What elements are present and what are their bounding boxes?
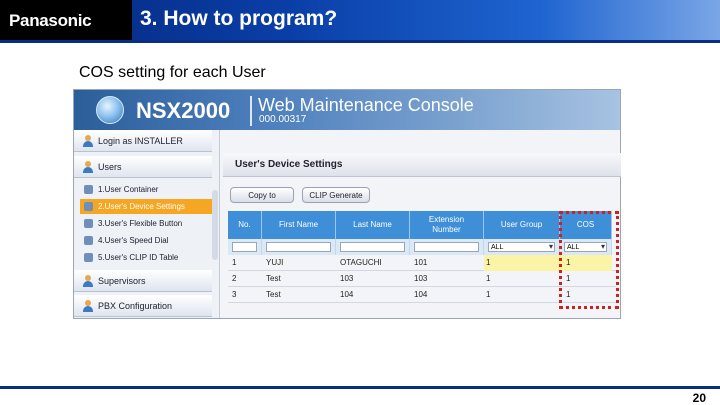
login-status: Login as INSTALLER [74,130,212,152]
logo-box: Panasonic [0,0,132,40]
column-header-user-group[interactable]: User Group [484,211,560,239]
copy-to-button[interactable]: Copy to [230,187,294,203]
column-header-last-name[interactable]: Last Name [336,211,410,239]
app-title: Web Maintenance Console [258,95,474,115]
cell-user-group: 1 [486,290,491,299]
supervisors-icon [83,275,93,287]
column-header-no[interactable]: No. [228,211,262,239]
console-banner: NSX2000 Web Maintenance Console 000.0031… [74,90,620,130]
section-label: Users [98,162,122,172]
page-title-bar: User's Device Settings [223,153,621,177]
cell-extension: 104 [414,290,428,299]
menu-section-users[interactable]: Users [74,156,212,178]
login-label: Login as INSTALLER [98,136,183,146]
menu-item-device-settings[interactable]: 2.User's Device Settings [80,199,212,214]
column-header-first-name[interactable]: First Name [262,211,336,239]
clip-id-icon [84,253,93,262]
cell-first-name: Test [266,290,281,299]
cos-column-highlight [559,211,619,309]
menu-item-user-container[interactable]: 1.User Container [80,182,212,197]
filter-first-name [262,239,336,255]
menu-item-label: 5.User's CLIP ID Table [98,253,179,262]
header-bar: Panasonic 3. How to program? [0,0,720,40]
menu-item-clip-id[interactable]: 5.User's CLIP ID Table [80,250,212,265]
table-row[interactable]: 2 Test 103 103 1 1 [228,271,616,287]
filter-last-name [336,239,410,255]
footer-divider [0,386,720,389]
menu-section-pbx[interactable]: PBX Configuration [74,295,212,317]
menu-item-speed-dial[interactable]: 4.User's Speed Dial [80,233,212,248]
slide: Panasonic 3. How to program? COS setting… [0,0,720,405]
flexible-button-icon [84,219,93,228]
banner-divider [250,96,252,126]
menu-item-label: 4.User's Speed Dial [98,236,169,245]
cell-last-name: 104 [340,290,354,299]
cell-first-name: Test [266,274,281,283]
header-divider [0,40,720,43]
cell-user-group: 1 [486,274,491,283]
cell-extension: 101 [414,258,428,267]
filter-extension [410,239,484,255]
cell-extension: 103 [414,274,428,283]
speed-dial-icon [84,236,93,245]
device-settings-icon [84,202,93,211]
page-title: User's Device Settings [235,159,343,170]
filter-last-name-input[interactable] [340,242,405,252]
cell-no: 1 [232,258,237,267]
slide-subtitle: COS setting for each User [79,64,266,81]
cell-user-group: 1 [486,258,491,267]
menu-section-supervisors[interactable]: Supervisors [74,270,212,292]
user-icon [83,135,93,147]
slide-title: 3. How to program? [140,7,338,30]
side-menu-scrollbar[interactable] [212,190,218,260]
cell-last-name: OTAGUCHI [340,258,382,267]
menu-item-label: 1.User Container [98,185,159,194]
cell-first-name: YUJI [266,258,284,267]
panasonic-logo: Panasonic [9,11,92,30]
section-label: PBX Configuration [98,301,173,311]
filter-user-group-select[interactable]: ALL [488,242,555,252]
menu-item-label: 3.User's Flexible Button [98,219,183,228]
product-name: NSX2000 [136,98,231,123]
menu-item-flexible-button[interactable]: 3.User's Flexible Button [80,216,212,231]
cell-no: 3 [232,290,237,299]
users-icon [83,161,93,173]
page-number: 20 [692,391,706,405]
globe-icon [96,96,124,124]
side-menu: Login as INSTALLER Users 1.User Containe… [74,130,220,318]
filter-first-name-input[interactable] [266,242,331,252]
user-container-icon [84,185,93,194]
clip-generate-button[interactable]: CLIP Generate [302,187,370,203]
filter-no [228,239,262,255]
cell-no: 2 [232,274,237,283]
cell-last-name: 103 [340,274,354,283]
column-header-extension[interactable]: Extension Number [410,211,484,239]
filter-no-input[interactable] [232,242,257,252]
table-row[interactable]: 3 Test 104 104 1 1 [228,287,616,303]
pbx-icon [83,300,93,312]
table-row[interactable]: 1 YUJI OTAGUCHI 101 1 1 [228,255,616,271]
menu-item-label: 2.User's Device Settings [98,202,185,211]
section-label: Supervisors [98,276,146,286]
filter-user-group: ALL [484,239,560,255]
filter-extension-input[interactable] [414,242,479,252]
version-number: 000.00317 [259,114,307,125]
